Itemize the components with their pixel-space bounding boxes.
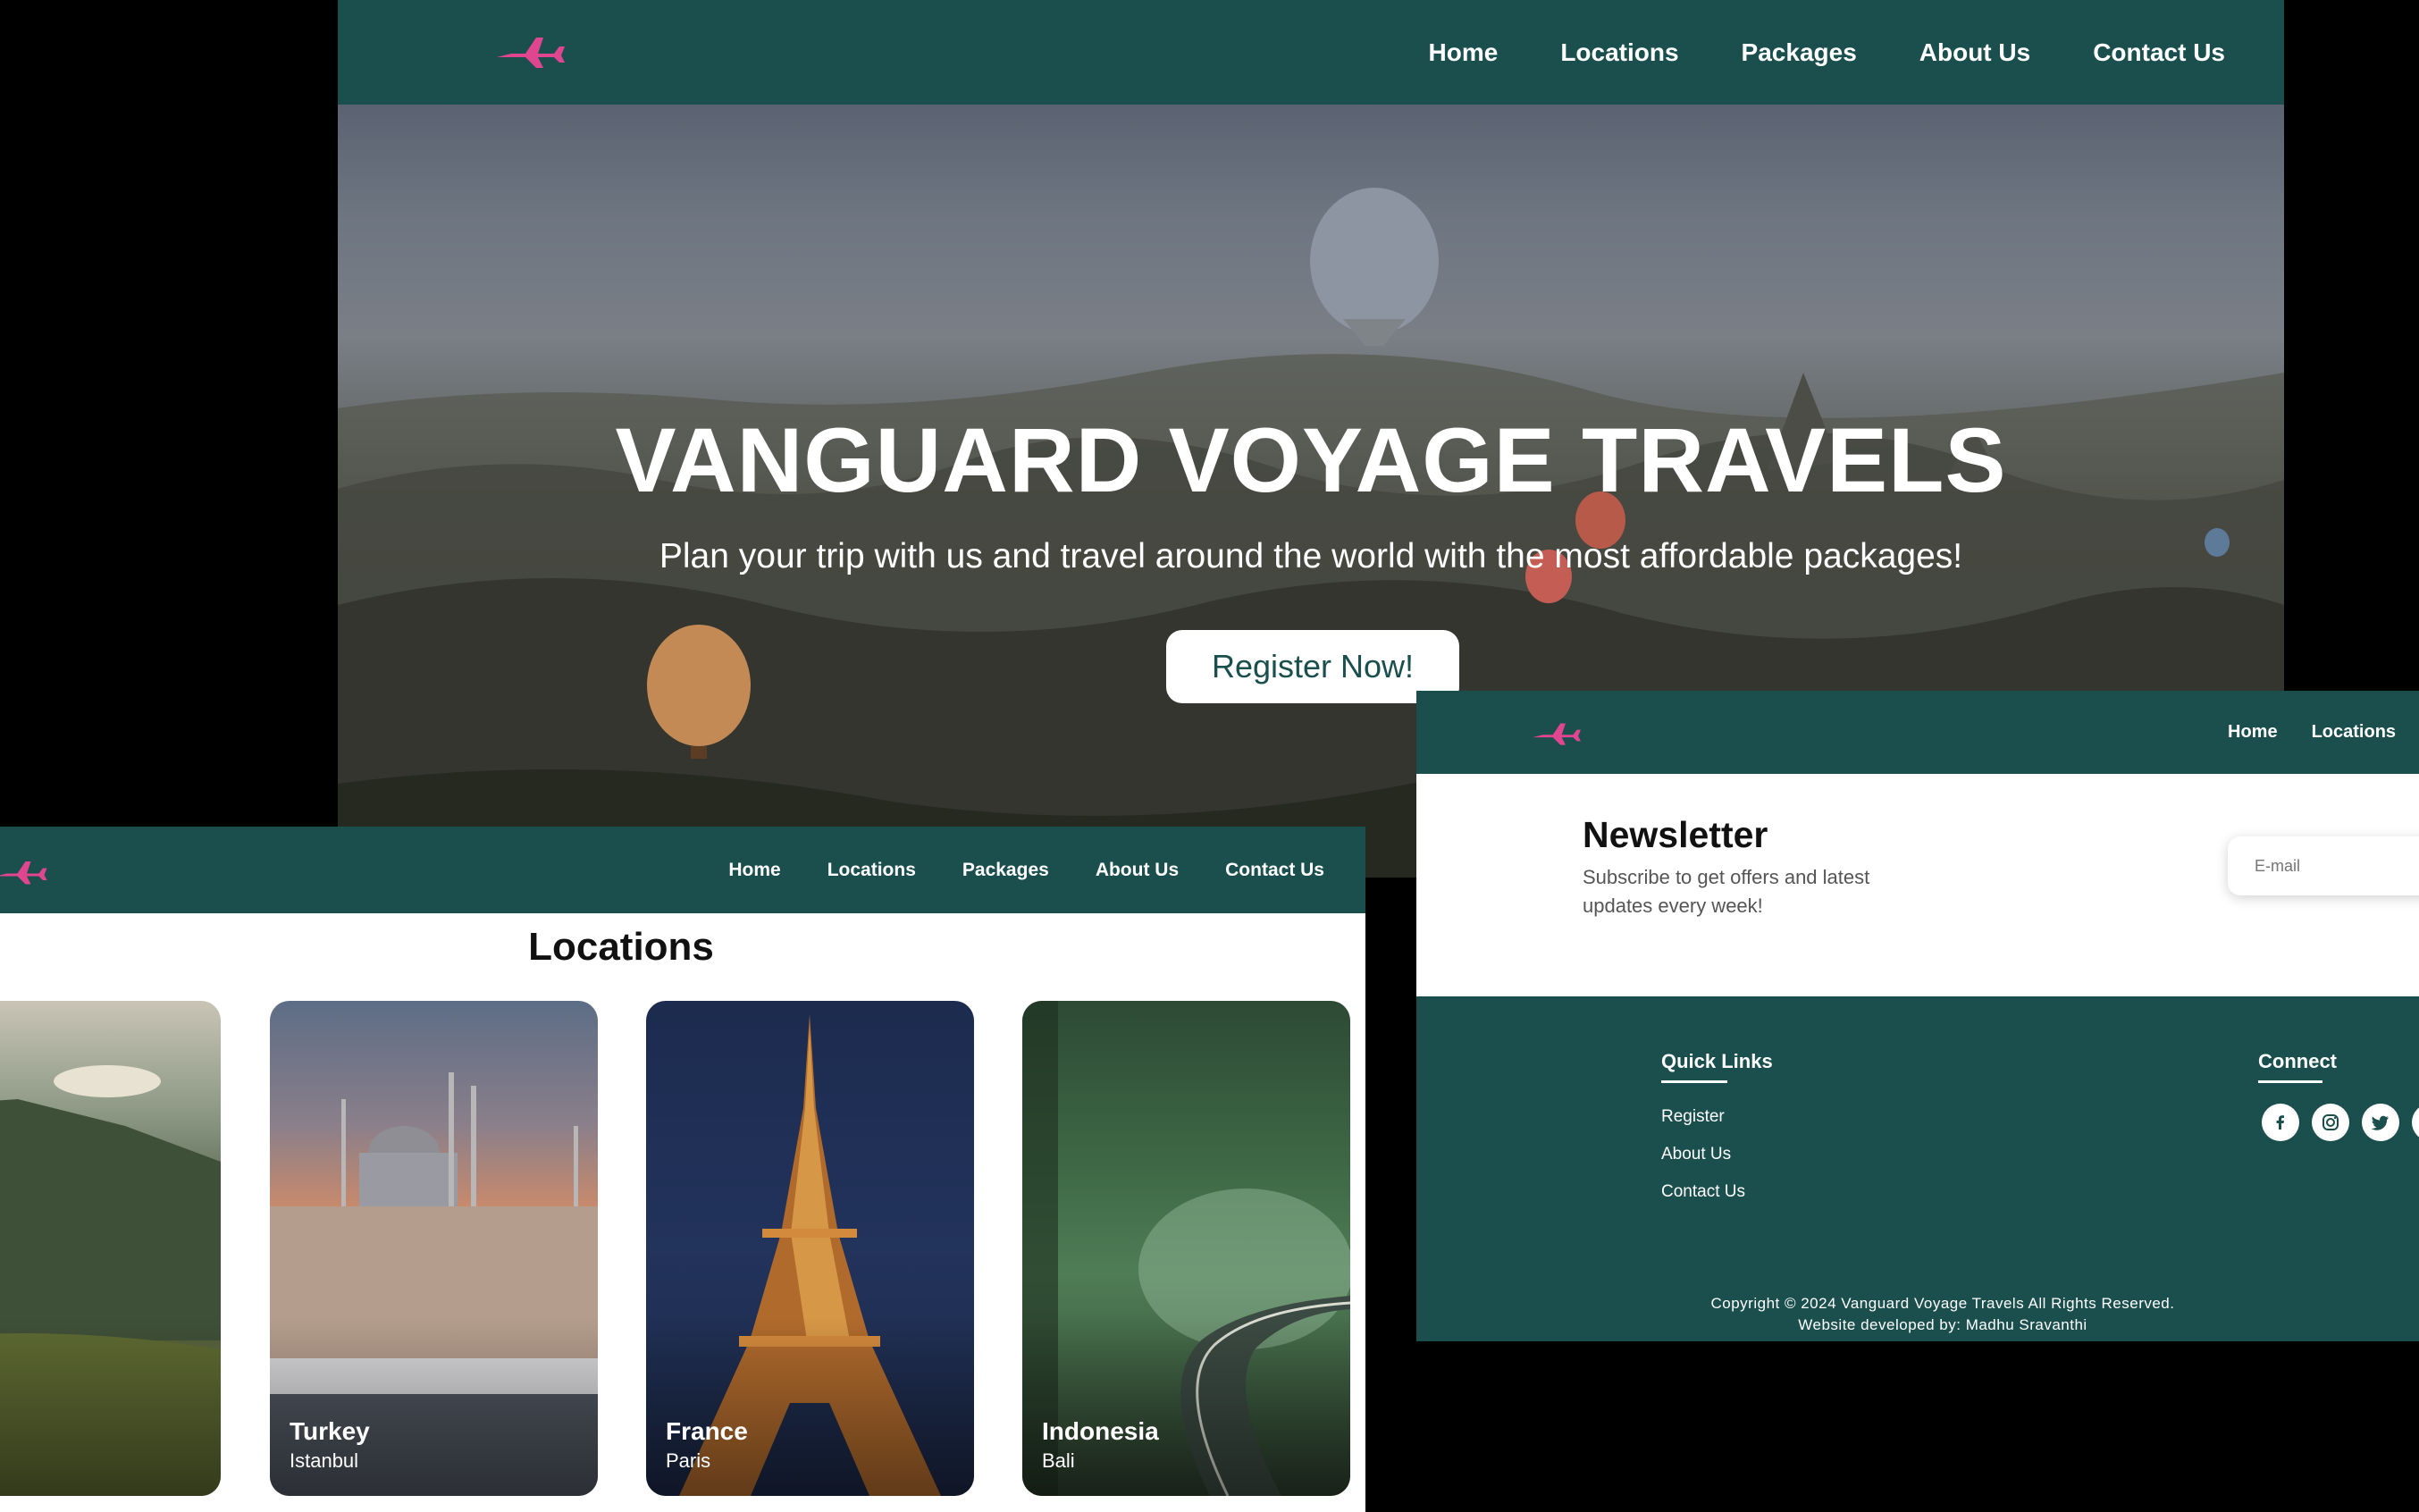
heading-underline <box>1661 1080 1727 1083</box>
developer-credit: Website developed by: Madhu Sravanthi <box>1798 1316 2087 1333</box>
quick-links-heading: Quick Links <box>1661 1050 1773 1083</box>
navbar: Home Locations Packages About Us Contact… <box>0 827 1365 913</box>
navbar: Home Locations Packages About Us Contact… <box>338 0 2284 105</box>
airplane-logo-icon[interactable] <box>1531 716 1583 746</box>
email-field[interactable] <box>2228 836 2419 895</box>
newsletter-title: Newsletter <box>1583 814 1768 855</box>
nav-links: Home Locations Packages About Us Contact… <box>1429 0 2225 105</box>
nav-contact[interactable]: Contact Us <box>1225 860 1324 881</box>
card-city: France <box>666 1417 748 1445</box>
footer-link-contact[interactable]: Contact Us <box>1661 1182 1745 1202</box>
navbar: Home Locations <box>1416 691 2419 774</box>
nav-contact[interactable]: Contact Us <box>2093 38 2225 67</box>
card-shade <box>0 1317 221 1496</box>
newsletter-text: Subscribe to get offers and latest updat… <box>1583 866 1870 917</box>
footer-link-register[interactable]: Register <box>1661 1107 1725 1127</box>
hero-title: VANGUARD VOYAGE TRAVELS <box>615 409 2007 511</box>
footer-screenshot: Home Locations Newsletter Subscribe to g… <box>1416 691 2419 1341</box>
nav-links: Home Locations <box>2228 691 2396 774</box>
nav-packages[interactable]: Packages <box>1742 38 1857 67</box>
card-city: Indonesia <box>1042 1417 1159 1445</box>
airplane-logo-icon[interactable] <box>0 853 48 886</box>
twitter-icon[interactable] <box>2362 1104 2399 1141</box>
footer: Quick Links Register About Us Contact Us… <box>1416 996 2419 1341</box>
nav-about[interactable]: About Us <box>1919 38 2030 67</box>
footer-link-about[interactable]: About Us <box>1661 1145 1731 1164</box>
social-links <box>2262 1104 2419 1141</box>
card-place: Istanbul <box>290 1449 359 1472</box>
register-button[interactable]: Register Now! <box>1166 630 1459 703</box>
location-card-indonesia[interactable]: Indonesia Bali <box>1022 1001 1350 1496</box>
heading-underline <box>2258 1080 2322 1083</box>
card-place: Paris <box>666 1449 711 1472</box>
connect-heading: Connect <box>2258 1050 2337 1083</box>
location-card-france[interactable]: France Paris <box>646 1001 974 1496</box>
nav-packages[interactable]: Packages <box>962 860 1049 881</box>
nav-locations[interactable]: Locations <box>1560 38 1678 67</box>
quick-links-title: Quick Links <box>1661 1050 1773 1072</box>
facebook-icon[interactable] <box>2262 1104 2299 1141</box>
copyright-text: Copyright © 2024 Vanguard Voyage Travels… <box>1710 1295 2175 1312</box>
linkedin-icon[interactable] <box>2412 1104 2419 1141</box>
locations-title: Locations <box>528 925 714 969</box>
instagram-icon[interactable] <box>2312 1104 2349 1141</box>
hero-subtitle: Plan your trip with us and travel around… <box>659 537 1963 575</box>
card-place: Bali <box>1042 1449 1075 1472</box>
location-card[interactable] <box>0 1001 221 1496</box>
nav-locations[interactable]: Locations <box>2312 722 2396 743</box>
nav-links: Home Locations Packages About Us Contact… <box>728 827 1324 913</box>
nav-locations[interactable]: Locations <box>827 860 916 881</box>
nav-home[interactable]: Home <box>2228 722 2278 743</box>
locations-screenshot: Home Locations Packages About Us Contact… <box>0 827 1365 1512</box>
card-city: Turkey <box>290 1417 370 1445</box>
connect-title: Connect <box>2258 1050 2337 1072</box>
nav-about[interactable]: About Us <box>1096 860 1179 881</box>
nav-home[interactable]: Home <box>1429 38 1499 67</box>
nav-home[interactable]: Home <box>728 860 780 881</box>
location-card-turkey[interactable]: Turkey Istanbul <box>270 1001 598 1496</box>
airplane-logo-icon[interactable] <box>495 27 567 70</box>
